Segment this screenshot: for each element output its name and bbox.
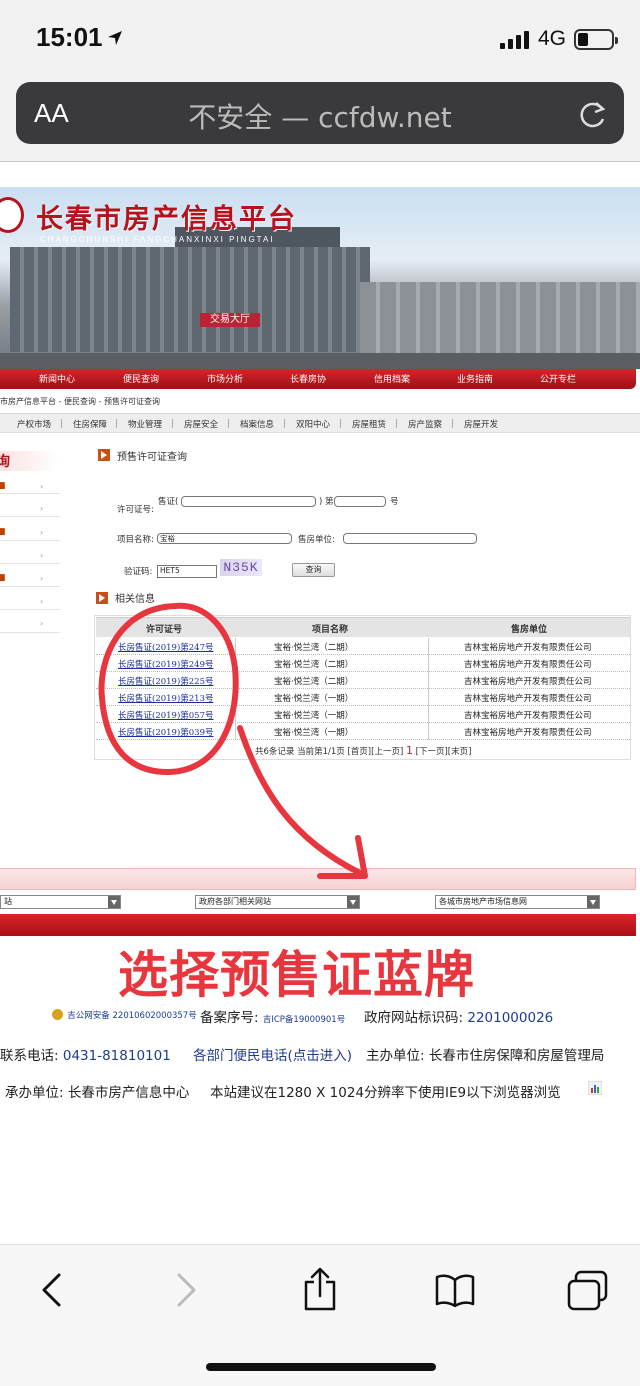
subnav-item[interactable]: 物业管理 — [128, 418, 162, 430]
reload-icon[interactable] — [578, 97, 608, 129]
nav-item-query[interactable]: 便民查询 — [123, 372, 159, 385]
location-arrow-icon — [108, 31, 122, 45]
footer-red-bar — [0, 914, 636, 936]
captcha-image[interactable]: N35K — [220, 559, 262, 576]
seller-label: 售房单位: — [298, 535, 335, 545]
forward-icon[interactable] — [172, 1272, 200, 1308]
subnav-item[interactable]: 产权市场 — [17, 418, 51, 430]
main-nav: 新闻中心 便民查询 市场分析 长春房协 信用档案 业务指南 公开专栏 — [0, 369, 636, 389]
site-logo-icon — [0, 197, 24, 233]
hotline-link[interactable]: 各部门便民电话(点击进入) — [193, 1044, 352, 1064]
sidebar-arrow-icon[interactable]: › — [40, 528, 43, 537]
gov-site-id: 政府网站标识码: 2201000026 — [364, 1010, 554, 1026]
share-icon[interactable] — [302, 1266, 338, 1312]
nav-item-guide[interactable]: 业务指南 — [457, 372, 493, 385]
city-links-select[interactable]: 各城市房地产市场信息网 — [435, 895, 600, 909]
permit-label: 许可证号: — [117, 505, 154, 515]
project-name-input[interactable]: 宝裕 — [157, 533, 292, 544]
cellular-signal-icon — [500, 31, 529, 49]
carrier-label: 4G — [538, 27, 567, 50]
permit-mid: ) 第 — [319, 497, 334, 507]
nav-item-news[interactable]: 新闻中心 — [39, 372, 75, 385]
subnav-item[interactable]: 双阳中心 — [296, 418, 330, 430]
query-section-title: 预售许可证查询 — [117, 452, 187, 463]
subnav-item[interactable]: 房屋安全 — [184, 418, 218, 430]
site-banner: 交易大厅 长春市房产信息平台 CHANGCHUNSHI FANGCHANXINX… — [0, 187, 640, 369]
seller-cell: 吉林宝裕房地产开发有限责任公司 — [464, 711, 592, 721]
seller-cell: 吉林宝裕房地产开发有限责任公司 — [464, 643, 592, 653]
site-title: 长春市房产信息平台 — [36, 204, 297, 235]
section-arrow-icon — [98, 449, 110, 461]
subnav-item[interactable]: 房屋租赁 — [352, 418, 386, 430]
sidebar-arrow-icon[interactable]: › — [40, 619, 43, 628]
permit-number-input[interactable] — [334, 496, 386, 507]
sidebar-arrow-icon[interactable]: › — [40, 597, 43, 606]
police-badge-icon — [52, 1008, 63, 1020]
captcha-label: 验证码: — [124, 567, 153, 577]
permit-suffix: 号 — [390, 497, 399, 507]
permit-prefix: 售证( — [158, 497, 179, 507]
sidebar-arrow-icon[interactable]: › — [40, 551, 43, 560]
sidebar-header: 询 — [0, 451, 60, 471]
tabs-icon[interactable] — [566, 1270, 610, 1312]
bookmarks-icon[interactable] — [434, 1272, 476, 1308]
project-label: 项目名称: — [117, 535, 154, 545]
organizer-unit: 承办单位: 长春市房产信息中心 — [5, 1085, 190, 1101]
pager-current: 1 — [405, 744, 413, 757]
seller-cell: 吉林宝裕房地产开发有限责任公司 — [464, 728, 592, 738]
seller-cell: 吉林宝裕房地产开发有限责任公司 — [464, 677, 592, 687]
battery-icon — [574, 29, 618, 50]
subnav-item[interactable]: 住房保障 — [73, 418, 107, 430]
col-seller: 售房单位 — [511, 625, 548, 635]
sidebar-arrow-icon[interactable]: › — [40, 504, 43, 513]
sub-nav: 产权市场 住房保障 物业管理 房屋安全 档案信息 双阳中心 房屋租赁 房产监察 … — [0, 413, 640, 433]
annotation-text: 选择预售证蓝牌 — [118, 946, 475, 1004]
seller-cell: 吉林宝裕房地产开发有限责任公司 — [464, 694, 592, 704]
subnav-item[interactable]: 房屋开发 — [464, 418, 498, 430]
site-subtitle: CHANGCHUNSHI FANGCHANXINXI PINGTAI — [40, 235, 275, 244]
home-indicator[interactable] — [206, 1363, 436, 1371]
captcha-input[interactable]: HET5 — [157, 565, 217, 578]
nav-item-public[interactable]: 公开专栏 — [540, 372, 576, 385]
nav-item-market[interactable]: 市场分析 — [207, 372, 243, 385]
contact-line: 联系电话: 0431-81810101 — [0, 1048, 171, 1064]
seller-input[interactable] — [343, 533, 477, 544]
sidebar-arrow-icon[interactable]: › — [40, 482, 43, 491]
host-unit: 主办单位: 长春市住房保障和房屋管理局 — [366, 1048, 605, 1064]
pager-next[interactable]: [下一页][末页] — [416, 747, 472, 757]
icp-record: 备案序号: 吉ICP备19000901号 — [200, 1010, 346, 1026]
nav-item-association[interactable]: 长春房协 — [290, 372, 326, 385]
browser-tip: 本站建议在1280 X 1024分辨率下使用IE9以下浏览器浏览 — [210, 1085, 561, 1101]
nav-item-credit[interactable]: 信用档案 — [374, 372, 410, 385]
annotation-circle-arrow — [98, 602, 368, 879]
subnav-item[interactable]: 房产监察 — [408, 418, 442, 430]
subnav-item[interactable]: 档案信息 — [240, 418, 274, 430]
status-time: 15:01 — [36, 22, 103, 52]
back-icon[interactable] — [38, 1272, 66, 1308]
stats-icon[interactable] — [588, 1081, 602, 1095]
entrance-sign: 交易大厅 — [200, 313, 260, 327]
url-text[interactable]: 不安全 — ccfdw.net — [0, 96, 640, 136]
permit-year-input[interactable] — [181, 496, 316, 507]
breadcrumb: 市房产信息平台 - 便民查询 - 预售许可证查询 — [0, 397, 160, 406]
sidebar-arrow-icon[interactable]: › — [40, 574, 43, 583]
police-record[interactable]: 吉公网安备 22010602000357号 — [52, 1006, 197, 1022]
search-button[interactable]: 查询 — [292, 563, 335, 577]
seller-cell: 吉林宝裕房地产开发有限责任公司 — [464, 660, 592, 670]
